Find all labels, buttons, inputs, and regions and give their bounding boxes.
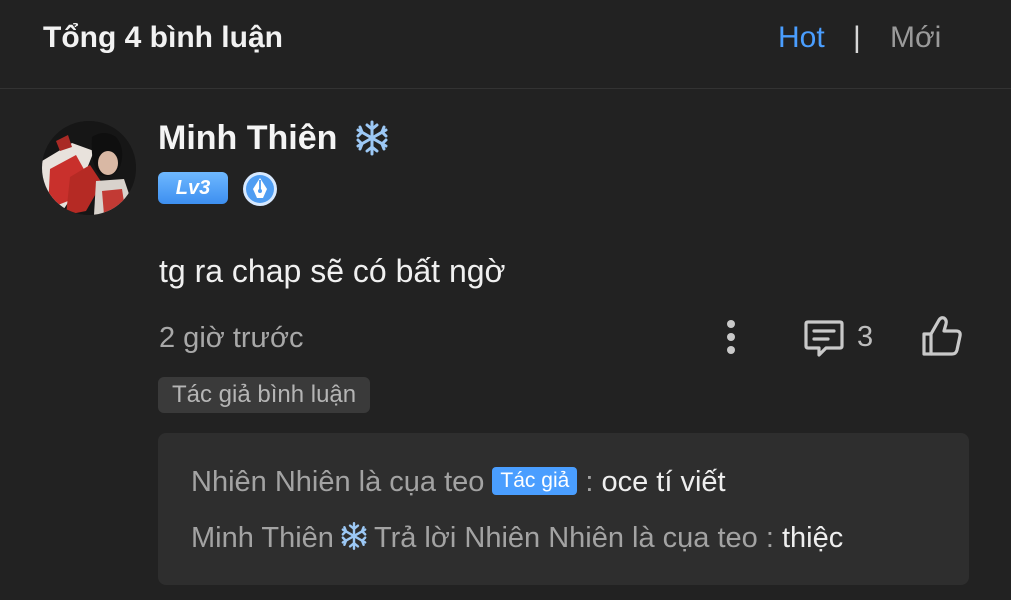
avatar-image — [42, 121, 136, 215]
sort-new-tab[interactable]: Mới — [890, 20, 941, 56]
reply-count: 3 — [857, 321, 874, 353]
thumbs-up-icon[interactable] — [918, 312, 966, 360]
reply-item[interactable]: Nhiên Nhiên là cụa teo Tác giả : oce tí v… — [191, 463, 726, 501]
more-options-icon[interactable] — [716, 316, 746, 358]
replies-preview[interactable]: Nhiên Nhiên là cụa teo Tác giả : oce tí v… — [158, 433, 969, 585]
reply-content: thiệc — [773, 522, 844, 554]
reply-author[interactable]: Nhiên Nhiên là cụa teo — [191, 466, 484, 498]
reply-separator: : — [757, 522, 774, 554]
comments-header: Tổng 4 bình luận Hot | Mới — [0, 0, 1011, 89]
author-comment-tag: Tác giả bình luận — [158, 377, 371, 413]
reply-to-text: Trả lời Nhiên Nhiên là cụa teo — [373, 522, 758, 554]
pen-nib-icon — [243, 172, 277, 206]
sort-separator: | — [853, 21, 861, 54]
reply-item[interactable]: Minh Thiên Trả lời Nhiên Nhiên là cụa te… — [191, 519, 843, 557]
reply-author[interactable]: Minh Thiên — [191, 522, 334, 554]
avatar[interactable] — [42, 121, 136, 215]
reply-separator: : — [577, 466, 594, 498]
sort-hot-tab[interactable]: Hot — [778, 20, 825, 56]
comment-bubble-icon — [804, 320, 844, 357]
comment-panel: Tổng 4 bình luận Hot | Mới Minh Thiên Lv… — [0, 0, 1011, 600]
comment-timestamp: 2 giờ trước — [159, 322, 304, 354]
reply-content: oce tí viết — [593, 466, 726, 498]
level-badge: Lv3 — [158, 172, 228, 204]
comments-total-title: Tổng 4 bình luận — [43, 21, 283, 54]
author-chip: Tác giả — [492, 467, 578, 495]
snowflake-icon — [341, 522, 367, 550]
comment-username[interactable]: Minh Thiên — [158, 118, 337, 158]
comment-body: tg ra chap sẽ có bất ngờ — [159, 253, 506, 289]
snowflake-icon — [356, 120, 388, 156]
